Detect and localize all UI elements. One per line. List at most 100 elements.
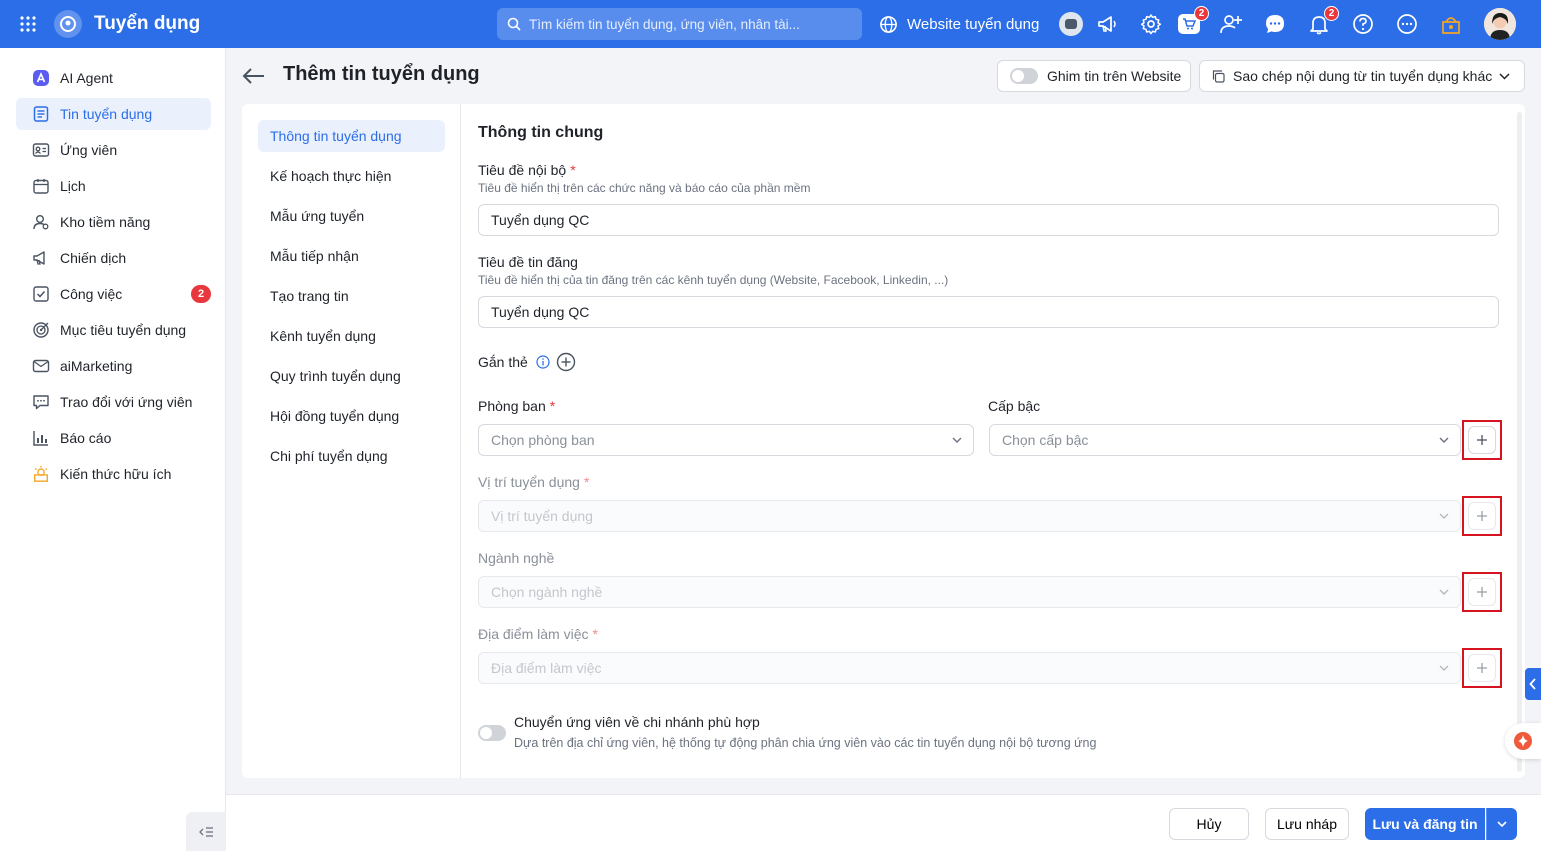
help-icon[interactable]	[1351, 12, 1375, 36]
expand-panel-button[interactable]	[1525, 668, 1541, 700]
sidebar-item-aimarketing[interactable]: aiMarketing	[16, 350, 211, 382]
sidebar-nav: AI Agent Tin tuyển dụng Ứng viên Lịch Kh…	[0, 48, 225, 490]
app-grid-icon[interactable]	[0, 15, 56, 33]
position-label-row: Vị trí tuyển dụng *	[478, 474, 589, 490]
add-level-button[interactable]	[1468, 426, 1496, 454]
sidebar-item-label: Tin tuyển dụng	[60, 106, 153, 122]
app-title: Tuyển dụng	[94, 13, 201, 34]
tags-row: Gắn thẻ	[478, 352, 576, 372]
sidebar-item-knowledge[interactable]: Kiến thức hữu ích	[16, 458, 211, 490]
top-bar: Tuyển dụng Website tuyển dụng 2 2	[0, 0, 1541, 48]
add-location-button[interactable]	[1468, 654, 1496, 682]
sidebar-item-candidates[interactable]: Ứng viên	[16, 134, 211, 166]
search-icon	[507, 17, 521, 31]
add-user-icon[interactable]	[1219, 12, 1243, 36]
cart-icon[interactable]: 2	[1177, 6, 1209, 36]
sidebar-item-reports[interactable]: Báo cáo	[16, 422, 211, 454]
target-icon	[32, 321, 50, 339]
sidebar-item-ai-agent[interactable]: AI Agent	[16, 62, 211, 94]
messenger-icon[interactable]	[1263, 12, 1287, 36]
chevron-down-icon	[1499, 72, 1510, 80]
location-select[interactable]: Địa điểm làm việc	[478, 652, 1461, 684]
user-avatar[interactable]	[1484, 8, 1516, 40]
sidebar-item-campaigns[interactable]: Chiến dịch	[16, 242, 211, 274]
industry-placeholder: Chọn ngành nghề	[491, 584, 603, 600]
global-search[interactable]	[497, 8, 862, 40]
sidebar-item-label: Chiến dịch	[60, 250, 127, 266]
save-draft-button[interactable]: Lưu nháp	[1265, 808, 1349, 840]
copy-from-other-post-dropdown[interactable]: Sao chép nội dung từ tin tuyển dụng khác	[1199, 60, 1525, 92]
robot-avatar-icon[interactable]	[1059, 12, 1083, 36]
sidebar-item-label: Kho tiềm năng	[60, 214, 151, 230]
form-scrollbar[interactable]	[1517, 112, 1522, 772]
megaphone-icon[interactable]	[1095, 12, 1119, 36]
info-icon[interactable]	[536, 355, 550, 369]
step-costs[interactable]: Chi phí tuyển dụng	[258, 440, 445, 472]
sidebar-item-candidate-chat[interactable]: Trao đổi với ứng viên	[16, 386, 211, 418]
step-intake-form[interactable]: Mẫu tiếp nhận	[258, 240, 445, 272]
back-arrow-icon[interactable]	[242, 64, 268, 88]
department-label: Phòng ban	[478, 398, 546, 414]
ai-assistant-button[interactable]	[1505, 723, 1541, 759]
mail-icon	[32, 357, 50, 375]
required-mark: *	[549, 398, 556, 414]
step-create-page[interactable]: Tạo trang tin	[258, 280, 445, 312]
website-label: Website tuyển dụng	[907, 15, 1040, 33]
step-committee[interactable]: Hội đồng tuyển dụng	[258, 400, 445, 432]
notification-bell-icon[interactable]: 2	[1307, 6, 1339, 36]
pin-on-website-toggle[interactable]: Ghim tin trên Website	[997, 60, 1191, 92]
post-title-hint: Tiêu đề hiển thị của tin đăng trên các k…	[478, 273, 949, 287]
industry-select[interactable]: Chọn ngành nghề	[478, 576, 1461, 608]
settings-gear-icon[interactable]	[1139, 12, 1163, 36]
sidebar-item-recruitment-goals[interactable]: Mục tiêu tuyển dụng	[16, 314, 211, 346]
internal-title-label: Tiêu đề nội bộ	[478, 162, 567, 178]
bulb-icon	[32, 465, 50, 483]
sidebar-item-calendar[interactable]: Lịch	[16, 170, 211, 202]
section-title: Thông tin chung	[478, 124, 604, 141]
required-mark: *	[583, 474, 590, 490]
step-application-form[interactable]: Mẫu ứng tuyển	[258, 200, 445, 232]
publish-options-dropdown[interactable]	[1486, 808, 1517, 840]
report-icon	[32, 429, 50, 447]
form-card: Thông tin tuyển dụng Kế hoạch thực hiện …	[242, 104, 1525, 778]
sidebar-item-job-posts[interactable]: Tin tuyển dụng	[16, 98, 211, 130]
add-industry-button[interactable]	[1468, 578, 1496, 606]
chat-icon	[32, 393, 50, 411]
cancel-button[interactable]: Hủy	[1169, 808, 1249, 840]
search-input[interactable]	[529, 16, 849, 32]
step-channels[interactable]: Kênh tuyển dụng	[258, 320, 445, 352]
add-industry-highlight	[1462, 572, 1502, 612]
sidebar-item-label: Lịch	[60, 178, 86, 194]
website-link[interactable]: Website tuyển dụng	[879, 0, 1039, 48]
required-mark: *	[570, 162, 576, 178]
sidebar-item-label: Mục tiêu tuyển dụng	[60, 322, 187, 338]
position-select[interactable]: Vị trí tuyển dụng	[478, 500, 1461, 532]
branch-routing-toggle[interactable]	[478, 725, 506, 741]
add-position-button[interactable]	[1468, 502, 1496, 530]
sparkle-icon	[1514, 732, 1532, 750]
form-footer: Hủy Lưu nháp Lưu và đăng tin	[226, 794, 1541, 851]
internal-title-input[interactable]	[478, 204, 1499, 236]
post-title-input[interactable]	[478, 296, 1499, 328]
plus-icon	[1477, 587, 1487, 597]
chevron-down-icon	[1496, 820, 1507, 827]
sidebar-item-tasks[interactable]: Công việc 2	[16, 278, 211, 310]
sidebar-item-talent-pool[interactable]: Kho tiềm năng	[16, 206, 211, 238]
cart-badge: 2	[1194, 6, 1209, 21]
training-icon[interactable]	[1439, 12, 1463, 36]
add-level-highlight	[1462, 420, 1502, 460]
step-job-info[interactable]: Thông tin tuyển dụng	[258, 120, 445, 152]
collapse-sidebar-button[interactable]	[186, 812, 226, 851]
department-select[interactable]: Chọn phòng ban	[478, 424, 974, 456]
level-select[interactable]: Chọn cấp bậc	[989, 424, 1461, 456]
location-label-row: Địa điểm làm việc *	[478, 626, 598, 642]
more-options-icon[interactable]	[1395, 12, 1419, 36]
step-execution-plan[interactable]: Kế hoạch thực hiện	[258, 160, 445, 192]
add-tag-icon[interactable]	[556, 352, 576, 372]
pin-toggle-switch[interactable]	[1010, 68, 1038, 84]
level-label: Cấp bậc	[988, 398, 1041, 414]
save-and-publish-button[interactable]: Lưu và đăng tin	[1365, 808, 1485, 840]
collapse-icon	[199, 827, 213, 837]
step-process[interactable]: Quy trình tuyển dụng	[258, 360, 445, 392]
required-mark: *	[592, 626, 598, 642]
